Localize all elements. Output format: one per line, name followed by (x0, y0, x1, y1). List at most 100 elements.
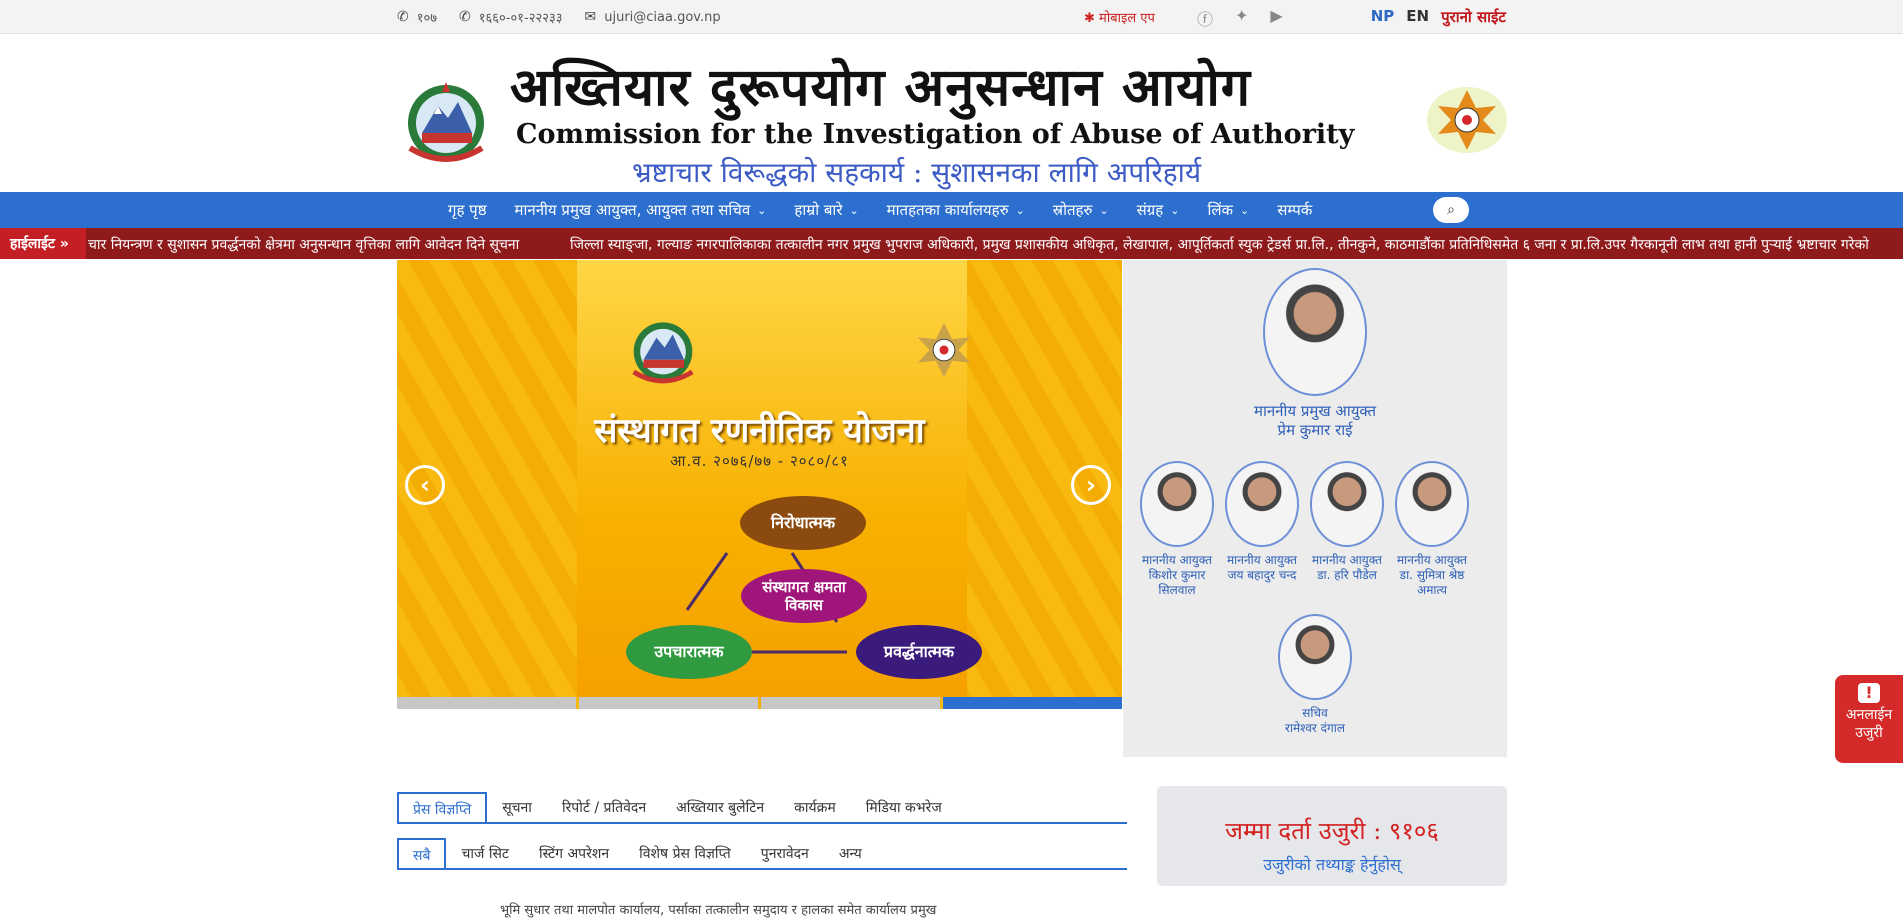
nav-contact[interactable]: सम्पर्क (1263, 200, 1326, 220)
nav-label: मातहतका कार्यालयहरु (886, 201, 1009, 219)
news-item-preview[interactable]: भूमि सुधार तथा मालपोत कार्यालय, पर्साका … (500, 900, 936, 918)
tab-special-press[interactable]: विशेष प्रेस विज्ञप्ति (624, 844, 746, 868)
mobile-app-link[interactable]: ✱ मोबाइल एप (1084, 8, 1155, 26)
tab-notice[interactable]: सूचना (487, 798, 547, 822)
tab-programs[interactable]: कार्यक्रम (779, 798, 851, 822)
officials-panel: माननीय प्रमुख आयुक्त प्रेम कुमार राई मान… (1123, 260, 1507, 757)
category-tab-row: प्रेस विज्ञप्ति सूचना रिपोर्ट / प्रतिवेद… (397, 792, 1127, 824)
tab-reports[interactable]: रिपोर्ट / प्रतिवेदन (547, 798, 661, 822)
commissioner-name: डा. हरि पौडेल (1317, 568, 1377, 582)
complaint-counter: जम्मा दर्ता उजुरी : ९१०६ उजुरीको तथ्याङ्… (1157, 786, 1507, 886)
tab-sting-operation[interactable]: स्टिंग अपरेशन (524, 844, 624, 868)
commissioner-title: माननीय आयुक्त (1227, 553, 1297, 567)
slider-prev-button[interactable]: ‹ (405, 465, 445, 505)
ticker-item[interactable]: जिल्ला स्याङ्जा, गल्याङ नगरपालिकाका तत्क… (570, 235, 1869, 254)
chevron-down-icon: ⌄ (849, 203, 859, 217)
node-preventive: निरोधात्मक (740, 496, 866, 550)
ticker-label: हाईलाईट » (0, 228, 86, 259)
tab-bulletin[interactable]: अख्तियार बुलेटिन (661, 798, 779, 822)
twitter-icon[interactable]: ✦ (1235, 6, 1248, 30)
nav-about[interactable]: हाम्रो बारे ⌄ (780, 200, 872, 220)
commissioner-title: माननीय आयुक्त (1142, 553, 1212, 567)
facebook-icon[interactable]: ⓕ (1197, 6, 1213, 30)
tab-charge-sheet[interactable]: चार्ज सिट (446, 844, 524, 868)
commissioner-name: डा. सुमित्रा श्रेष्ठ अमात्य (1399, 568, 1465, 597)
hotline-number: १०७ (416, 11, 438, 26)
youtube-icon[interactable]: ▶ (1270, 6, 1282, 30)
tab-media[interactable]: मिडिया कभरेज (851, 798, 957, 822)
slider-indicator-active[interactable] (943, 697, 1122, 709)
commissioner-card[interactable]: माननीय आयुक्त डा. हरि पौडेल (1309, 461, 1385, 583)
node-label: प्रवर्द्धनात्मक (883, 642, 955, 662)
slider-indicators (397, 697, 1122, 709)
search-button[interactable]: ⌕ (1433, 197, 1469, 223)
avatar (1263, 268, 1367, 396)
commissioner-title: माननीय आयुक्त (1397, 553, 1467, 567)
alert-icon: ! (1858, 683, 1880, 703)
complaint-count: जम्मा दर्ता उजुरी : ९१०६ (1225, 817, 1439, 845)
phone-icon: ✆ (459, 9, 471, 25)
nav-label: स्रोतहरु (1052, 201, 1093, 219)
slider-indicator[interactable] (397, 697, 576, 709)
nav-label: सम्पर्क (1277, 201, 1313, 219)
node-promotional: प्रवर्द्धनात्मक (856, 625, 982, 679)
avatar (1310, 461, 1384, 547)
nav-officials[interactable]: माननीय प्रमुख आयुक्त, आयुक्त तथा सचिव ⌄ (501, 200, 781, 220)
node-capacity: संस्थागत क्षमता विकास (741, 569, 867, 623)
old-site-link[interactable]: पुरानो साईट (1441, 7, 1506, 27)
commissioner-card[interactable]: माननीय आयुक्त किशोर कुमार सिलवाल (1139, 461, 1215, 598)
tab-press-release[interactable]: प्रेस विज्ञप्ति (397, 792, 488, 822)
node-label: उपचारात्मक (654, 642, 724, 662)
tab-all[interactable]: सबै (397, 838, 447, 868)
secretary-card[interactable]: सचिव रामेश्वर दंगाल (1272, 614, 1358, 736)
phone-icon: ✆ (397, 9, 409, 25)
highlight-ticker: हाईलाईट » चार नियन्त्रण र सुशासन प्रवर्द… (0, 228, 1903, 259)
nav-label: माननीय प्रमुख आयुक्त, आयुक्त तथा सचिव (514, 201, 751, 219)
nav-offices[interactable]: मातहतका कार्यालयहरु ⌄ (873, 200, 1039, 220)
language-switcher: NP EN पुरानो साईट (1371, 7, 1506, 27)
tab-appeal[interactable]: पुनरावेदन (746, 844, 824, 868)
online-complaint-button[interactable]: ! अनलाईन उजुरी (1835, 675, 1903, 763)
lang-en-button[interactable]: EN (1406, 7, 1429, 27)
commissioner-card[interactable]: माननीय आयुक्त डा. सुमित्रा श्रेष्ठ अमात्… (1394, 461, 1470, 598)
hotline[interactable]: ✆ १०७ (397, 8, 437, 26)
lang-np-button[interactable]: NP (1371, 7, 1395, 27)
main-navigation: गृह पृष्ठ माननीय प्रमुख आयुक्त, आयुक्त त… (0, 192, 1903, 228)
search-icon: ⌕ (1447, 202, 1455, 218)
secretary-name: रामेश्वर दंगाल (1284, 721, 1346, 735)
phone-contact[interactable]: ✆ १६६०-०१-२२२३३ (459, 8, 562, 26)
commissioner-title: माननीय आयुक्त (1312, 553, 1382, 567)
chief-title: माननीय प्रमुख आयुक्त (1253, 402, 1377, 420)
chevron-down-icon: ⌄ (757, 203, 767, 217)
tab-other[interactable]: अन्य (824, 844, 877, 868)
nepal-emblem-icon[interactable] (398, 78, 494, 164)
nav-archive[interactable]: संग्रह ⌄ (1123, 200, 1194, 220)
email-contact[interactable]: ✉ ujuri@ciaa.gov.np (585, 9, 721, 25)
node-label: निरोधात्मक (770, 513, 836, 533)
slider-next-button[interactable]: › (1071, 465, 1111, 505)
chevron-down-icon: ⌄ (1240, 203, 1250, 217)
top-bar: ✆ १०७ ✆ १६६०-०१-२२२३३ ✉ ujuri@ciaa.gov.n… (0, 0, 1903, 34)
phone-number: १६६०-०१-२२२३३ (478, 11, 563, 26)
node-label: संस्थागत क्षमता विकास (762, 578, 846, 614)
chief-commissioner[interactable]: माननीय प्रमुख आयुक्त प्रेम कुमार राई (1245, 268, 1385, 440)
diagram-arrows (685, 552, 847, 654)
avatar (1278, 614, 1352, 700)
ticker-item[interactable]: चार नियन्त्रण र सुशासन प्रवर्द्धनको क्षे… (88, 235, 519, 254)
nav-resources[interactable]: स्रोतहरु ⌄ (1039, 200, 1123, 220)
commissioner-name: जय बहादुर चन्द (1227, 568, 1297, 582)
slider-indicator[interactable] (761, 697, 940, 709)
ciaa-logo-icon (1427, 87, 1507, 153)
avatar (1225, 461, 1299, 547)
complaint-stats-link[interactable]: उजुरीको तथ्याङ्क हेर्नुहोस् (1157, 853, 1507, 875)
nav-links[interactable]: लिंक ⌄ (1193, 200, 1263, 220)
node-corrective: उपचारात्मक (626, 625, 752, 679)
slider-indicator[interactable] (579, 697, 758, 709)
chevron-right-icon: › (1086, 471, 1096, 499)
commissioner-card[interactable]: माननीय आयुक्त जय बहादुर चन्द (1224, 461, 1300, 583)
site-title-nepali: अख्तियार दुरूपयोग अनुसन्धान आयोग (510, 57, 1252, 118)
android-icon: ✱ (1084, 11, 1095, 26)
nav-home[interactable]: गृह पृष्ठ (434, 200, 501, 220)
mobile-app-label: मोबाइल एप (1099, 11, 1155, 26)
commissioner-name: किशोर कुमार सिलवाल (1148, 568, 1206, 597)
